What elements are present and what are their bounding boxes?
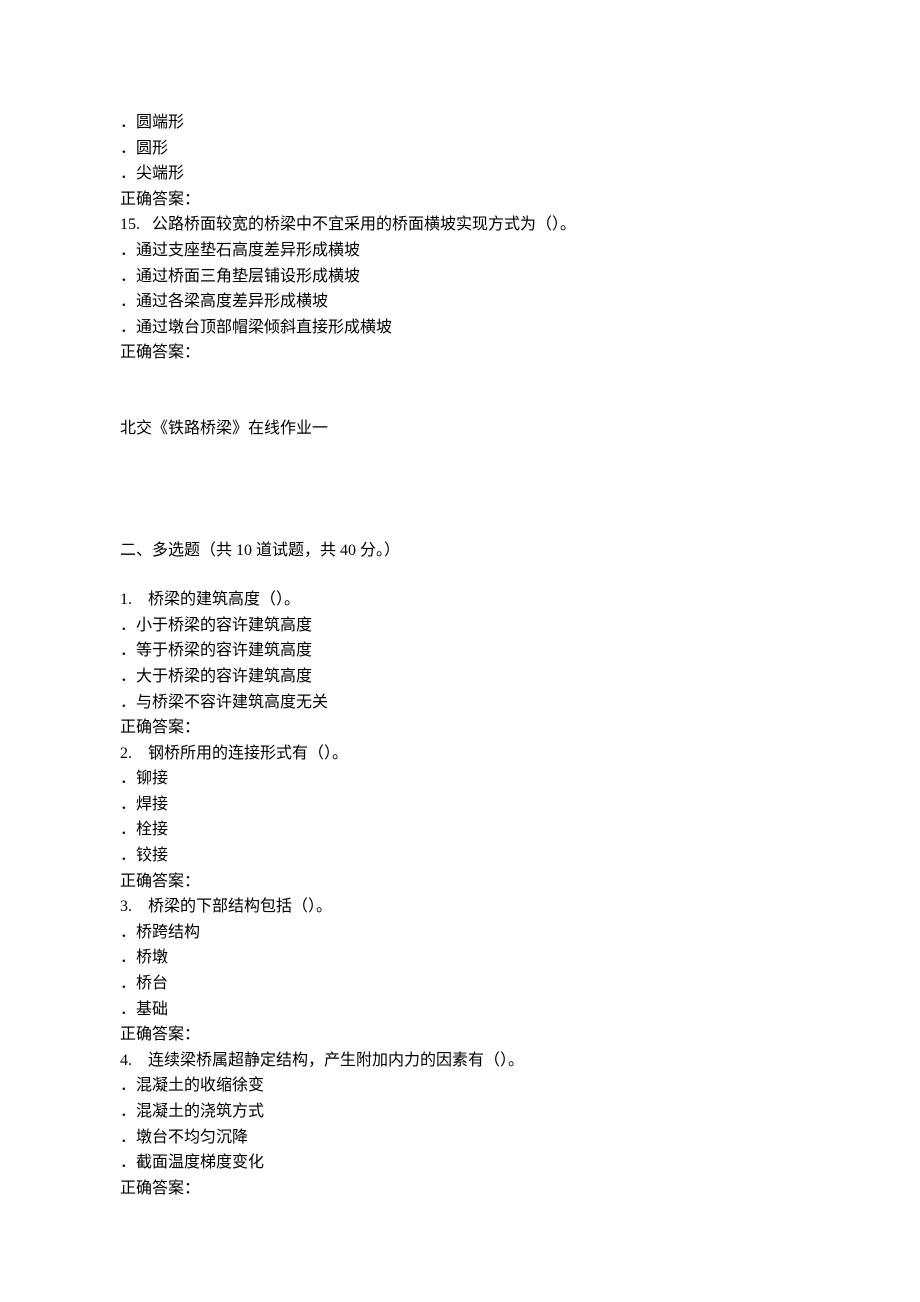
question-option: ．大于桥梁的容许建筑高度 [120,664,800,690]
question-option: ．与桥梁不容许建筑高度无关 [120,690,800,716]
document-page: ．圆端形 ．圆形 ．尖端形 正确答案： 15. 公路桥面较宽的桥梁中不宜采用的桥… [0,0,920,1302]
prev-question-option: ．圆端形 [120,110,800,136]
question-option: ．铆接 [120,766,800,792]
question-stem: 4. 连续梁桥属超静定结构，产生附加内力的因素有（）。 [120,1048,800,1074]
question-stem: 1. 桥梁的建筑高度（）。 [120,587,800,613]
question-stem: 3. 桥梁的下部结构包括（）。 [120,894,800,920]
spacer [120,563,800,587]
question-option: ．桥墩 [120,945,800,971]
question-stem: 2. 钢桥所用的连接形式有（）。 [120,741,800,767]
question-option: ．等于桥梁的容许建筑高度 [120,638,800,664]
question-option: ．桥台 [120,971,800,997]
question-option: ．焊接 [120,792,800,818]
spacer [120,366,800,416]
question-option: ．桥跨结构 [120,920,800,946]
part-heading: 二、多选题（共 10 道试题，共 40 分。） [120,538,800,564]
question-stem: 15. 公路桥面较宽的桥梁中不宜采用的桥面横坡实现方式为（）。 [120,212,800,238]
question-option: ．基础 [120,997,800,1023]
answer-label: 正确答案： [120,715,800,741]
question-option: ．小于桥梁的容许建筑高度 [120,613,800,639]
question-option: ．通过桥面三角垫层铺设形成横坡 [120,264,800,290]
question-option: ．混凝土的浇筑方式 [120,1099,800,1125]
prev-question-option: ．圆形 [120,136,800,162]
question-option: ．通过墩台顶部帽梁倾斜直接形成横坡 [120,315,800,341]
question-option: ．铰接 [120,843,800,869]
answer-label: 正确答案： [120,340,800,366]
question-option: ．栓接 [120,817,800,843]
question-option: ．通过各梁高度差异形成横坡 [120,289,800,315]
answer-label: 正确答案： [120,187,800,213]
question-option: ．截面温度梯度变化 [120,1150,800,1176]
answer-label: 正确答案： [120,1022,800,1048]
answer-label: 正确答案： [120,1176,800,1202]
question-option: ．通过支座垫石高度差异形成横坡 [120,238,800,264]
answer-label: 正确答案： [120,869,800,895]
question-option: ．混凝土的收缩徐变 [120,1073,800,1099]
question-option: ．墩台不均匀沉降 [120,1125,800,1151]
prev-question-option: ．尖端形 [120,161,800,187]
spacer [120,442,800,538]
section-title: 北交《铁路桥梁》在线作业一 [120,416,800,442]
